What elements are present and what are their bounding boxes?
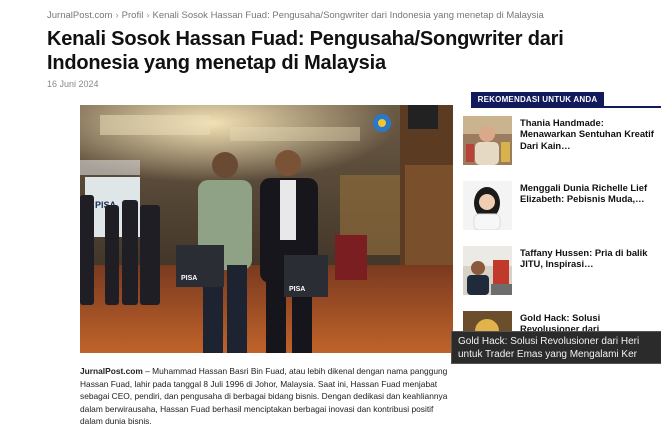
article-source: JurnalPost.com xyxy=(80,366,143,376)
article-lead: JurnalPost.com – Muhammad Hassan Basri B… xyxy=(80,365,450,428)
recommendation-thumbnail[interactable] xyxy=(463,246,512,295)
hero-bag-label: PISA xyxy=(181,275,197,282)
sidebar-heading-text: REKOMENDASI UNTUK ANDA xyxy=(477,95,598,104)
recommendation-item[interactable]: Menggali Dunia Richelle Lief Elizabeth: … xyxy=(463,181,661,231)
sidebar-divider xyxy=(471,106,661,108)
recommendation-thumbnail[interactable] xyxy=(463,116,512,165)
page-title: Kenali Sosok Hassan Fuad: Pengusaha/Song… xyxy=(47,28,564,74)
hero-image: PISA PISA PISA xyxy=(80,105,453,353)
breadcrumb-section-link[interactable]: Profil xyxy=(122,10,144,21)
breadcrumb-separator: › xyxy=(115,10,119,21)
hero-bag-label: PISA xyxy=(289,286,305,293)
recommendation-title[interactable]: Menggali Dunia Richelle Lief Elizabeth: … xyxy=(520,182,660,205)
tooltip-line: untuk Trader Emas yang Mengalami Ker xyxy=(458,349,637,360)
recommendation-item[interactable]: Taffany Hussen: Pria di balik JITU, Insp… xyxy=(463,246,661,296)
breadcrumb-current: Kenali Sosok Hassan Fuad: Pengusaha/Song… xyxy=(152,10,544,21)
recommendation-title[interactable]: Taffany Hussen: Pria di balik JITU, Insp… xyxy=(520,247,660,270)
link-tooltip: Gold Hack: Solusi Revolusioner dari Heri… xyxy=(451,331,661,364)
recommendation-title[interactable]: Thania Handmade: Menawarkan Sentuhan Kre… xyxy=(520,117,660,151)
breadcrumb-home-link[interactable]: JurnalPost.com xyxy=(47,10,112,21)
sidebar-heading: REKOMENDASI UNTUK ANDA xyxy=(471,92,604,107)
recommendation-thumbnail[interactable] xyxy=(463,181,512,230)
breadcrumb-separator: › xyxy=(146,10,150,21)
breadcrumb: JurnalPost.com › Profil › Kenali Sosok Hassa… xyxy=(47,10,544,21)
tooltip-line: Gold Hack: Solusi Revolusioner dari Heri xyxy=(458,336,640,347)
recommendation-item[interactable]: Thania Handmade: Menawarkan Sentuhan Kre… xyxy=(463,116,661,166)
publish-date: 16 Juni 2024 xyxy=(47,79,99,89)
